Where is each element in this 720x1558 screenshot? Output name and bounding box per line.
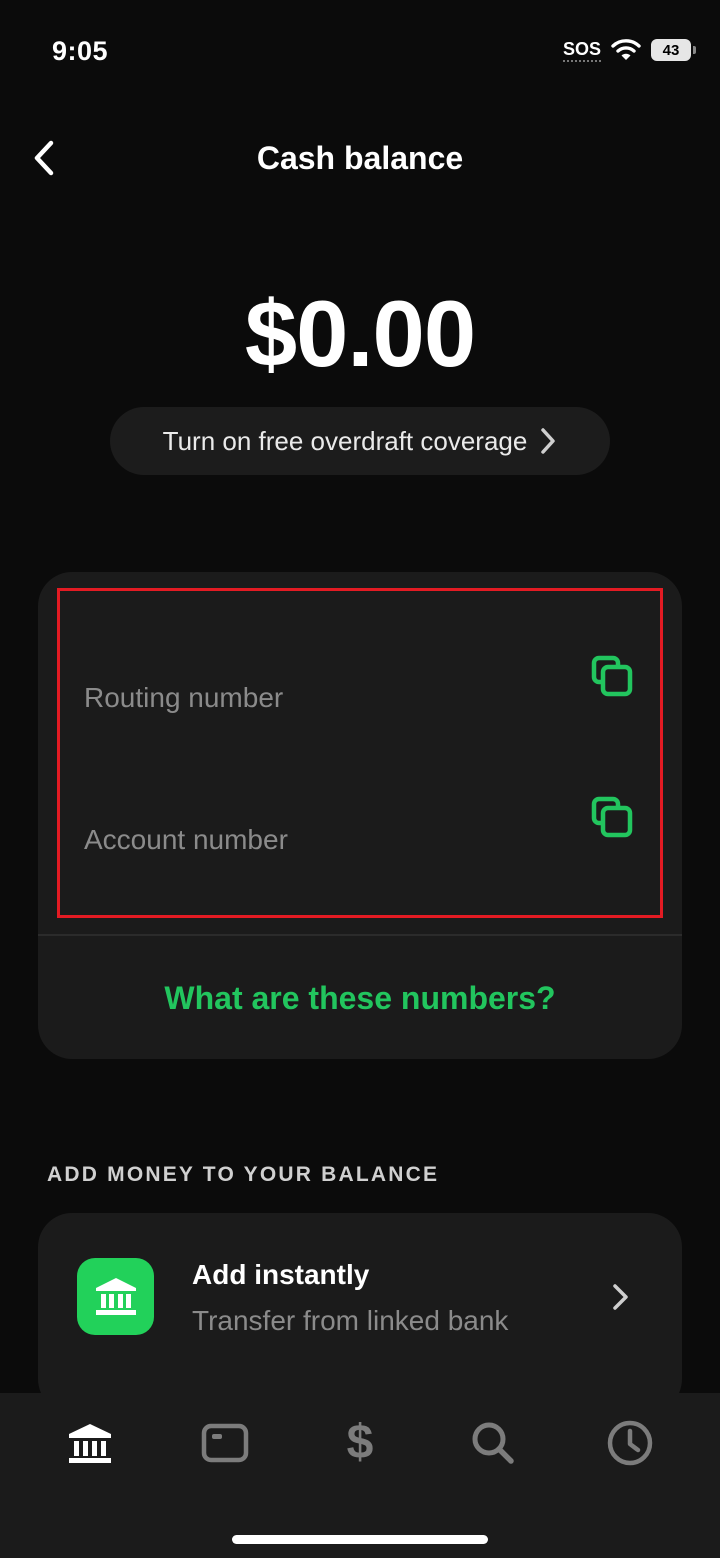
- sos-indicator: SOS: [562, 38, 601, 62]
- home-indicator[interactable]: [232, 1535, 488, 1544]
- status-time: 9:05: [52, 36, 109, 66]
- status-indicators: SOS 43: [562, 38, 696, 62]
- add-instantly-title: Add instantly: [192, 1259, 370, 1290]
- chevron-right-icon: [541, 428, 556, 454]
- add-money-section-title: ADD MONEY TO YOUR BALANCE: [47, 1163, 440, 1186]
- battery-icon: 43: [651, 39, 696, 61]
- card-divider: [38, 934, 682, 936]
- tab-activity[interactable]: [598, 1415, 662, 1471]
- account-numbers-card: Routing number Account number What are t…: [38, 572, 682, 1059]
- tab-card[interactable]: [193, 1415, 257, 1471]
- bank-icon: [69, 1424, 111, 1463]
- tab-pay[interactable]: $: [328, 1415, 392, 1471]
- copy-account-button[interactable]: [588, 793, 636, 841]
- clock-icon: [607, 1420, 653, 1466]
- add-instantly-row[interactable]: Add instantly Transfer from linked bank: [38, 1213, 682, 1413]
- routing-number-label: Routing number: [84, 682, 284, 713]
- balance-amount: $0.00: [244, 281, 476, 386]
- highlight-box: [57, 588, 663, 918]
- tab-bar: $: [0, 1393, 720, 1558]
- chevron-right-icon: [613, 1284, 628, 1310]
- status-bar: 9:05 SOS 43: [0, 0, 720, 100]
- wifi-icon: [611, 39, 641, 60]
- nav-header: Cash balance: [0, 120, 720, 200]
- add-instantly-subtitle: Transfer from linked bank: [192, 1305, 509, 1336]
- card-icon: [201, 1423, 249, 1463]
- account-number-label: Account number: [84, 824, 288, 855]
- overdraft-coverage-button[interactable]: Turn on free overdraft coverage: [110, 407, 610, 475]
- what-are-these-numbers-link[interactable]: What are these numbers?: [38, 980, 682, 1017]
- dollar-icon: $: [346, 1416, 374, 1469]
- search-icon: [472, 1422, 514, 1464]
- page-title: Cash balance: [256, 140, 464, 176]
- copy-routing-button[interactable]: [588, 652, 636, 700]
- tab-home[interactable]: [58, 1415, 122, 1471]
- battery-level: 43: [651, 39, 691, 61]
- overdraft-label: Turn on free overdraft coverage: [162, 425, 528, 456]
- tab-search[interactable]: [461, 1415, 525, 1471]
- bank-icon: [77, 1258, 154, 1335]
